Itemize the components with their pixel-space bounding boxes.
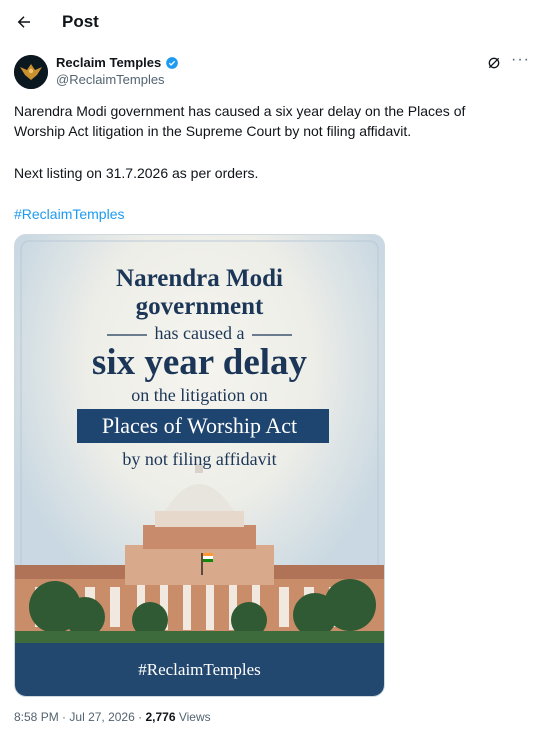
back-button[interactable] [10, 8, 38, 36]
author-handle[interactable]: @ReclaimTemples [56, 72, 165, 87]
avatar[interactable] [14, 55, 48, 89]
back-arrow-icon [17, 16, 30, 28]
image-highlight: Places of Worship Act [101, 413, 298, 438]
views-count: 2,776 [145, 710, 176, 724]
post-text-line-2: Worship Act litigation in the Supreme Co… [14, 123, 412, 139]
verified-badge-icon [166, 56, 179, 69]
image-title-line-1: Narendra Modi [116, 265, 283, 292]
post-text-line-3: Next listing on 31.7.2026 as per orders. [14, 165, 259, 181]
post-date[interactable]: Jul 27, 2026 [69, 710, 134, 724]
page-title: Post [62, 12, 99, 31]
views-label: Views [178, 710, 211, 724]
logo-icon [14, 55, 48, 89]
image-footer-hashtag: #ReclaimTemples [138, 660, 261, 679]
author-name[interactable]: Reclaim Temples [56, 55, 161, 70]
post-text-line-1: Narendra Modi government has caused a si… [14, 103, 466, 119]
grok-icon[interactable] [486, 55, 502, 71]
post-image[interactable]: Narendra Modi government has caused a si… [14, 234, 385, 697]
post-meta: 8:58 PM · Jul 27, 2026 · 2,776 Views [14, 710, 211, 724]
hashtag-link[interactable]: #ReclaimTemples [14, 204, 519, 224]
image-title-line-2: government [135, 293, 264, 320]
author-name-row[interactable]: Reclaim Temples [56, 55, 179, 70]
image-headline: six year delay [91, 342, 308, 383]
post-time[interactable]: 8:58 PM [14, 710, 59, 724]
more-icon[interactable]: ··· [511, 51, 530, 69]
top-bar: Post [0, 0, 535, 44]
image-subtitle-line-2: on the litigation on [131, 385, 268, 405]
image-subtitle-line-3: by not filing affidavit [122, 449, 277, 469]
